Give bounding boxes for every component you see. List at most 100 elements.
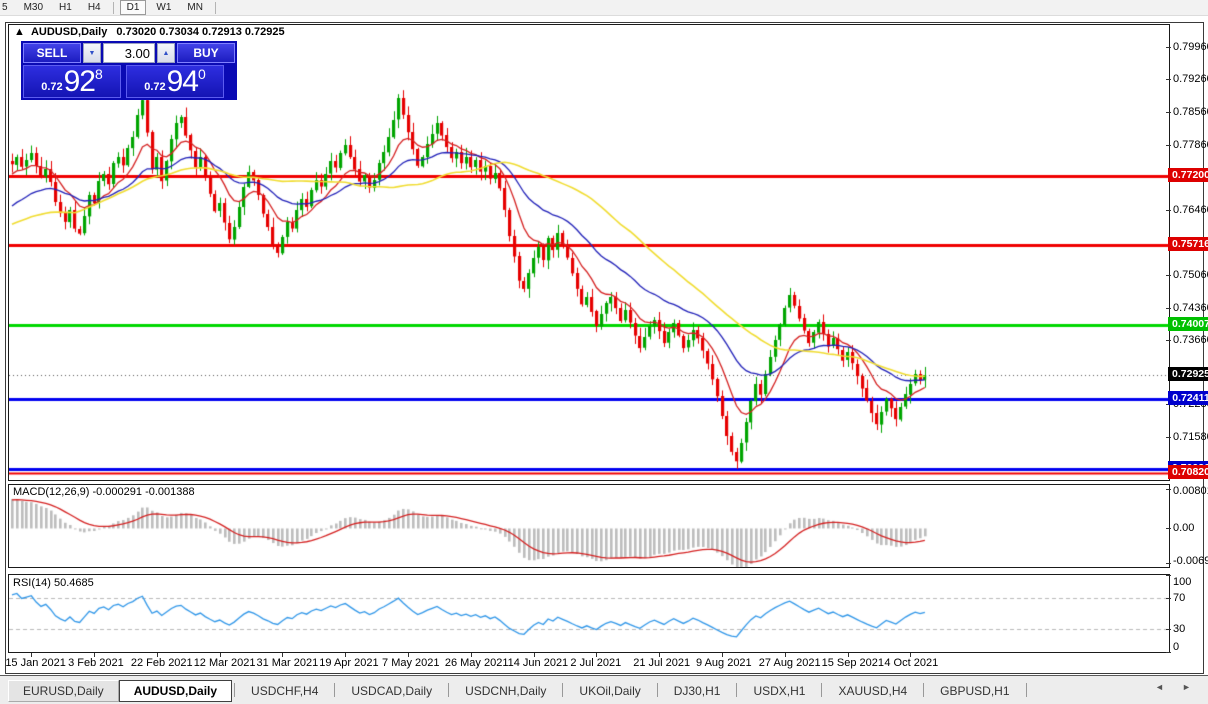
date-axis-label: 2 Jul 2021 <box>570 657 622 669</box>
tab-separator <box>736 683 738 697</box>
symbol-marker-icon: ▲ <box>14 26 25 38</box>
toolbar-separator <box>214 1 216 14</box>
buy-price-prefix: 0.72 <box>144 81 166 93</box>
timeframe-button-m30[interactable]: M30 <box>18 1 49 14</box>
toolbar-separator <box>112 1 114 14</box>
buy-price-big: 94 <box>166 65 199 98</box>
price-axis-tick <box>1166 437 1171 439</box>
price-badge-0.75716: 0.75716 <box>1168 237 1208 252</box>
tab-separator <box>923 683 925 697</box>
price-axis-tick <box>1166 144 1171 146</box>
price-axis-label: 0.71580 <box>1173 431 1208 444</box>
rsi-label: RSI(14) 50.4685 <box>13 577 94 589</box>
tab-separator <box>334 683 336 697</box>
timeframe-button-h4[interactable]: H4 <box>82 1 107 14</box>
date-axis-label: 7 May 2021 <box>382 657 440 669</box>
price-badge-0.77200: 0.77200 <box>1168 168 1208 183</box>
timeframe-toolbar: 5 M30 H1 H4 D1 W1 MN <box>0 0 1208 16</box>
price-axis-tick <box>1166 209 1171 211</box>
sell-price-display[interactable]: 0.72 92 8 <box>23 65 121 98</box>
sell-price-prefix: 0.72 <box>41 81 63 93</box>
volume-input[interactable] <box>103 43 155 63</box>
tab-dj30-h1[interactable]: DJ30,H1 <box>660 681 735 701</box>
price-axis-label: 0.74360 <box>1173 301 1208 314</box>
date-axis-label: 19 Apr 2021 <box>319 657 379 669</box>
mt4-application: 5 M30 H1 H4 D1 W1 MN ▲ AUDUSD,Daily 0.73020 0.… <box>0 0 1208 704</box>
buy-price-pip: 0 <box>198 66 206 82</box>
price-axis-label: 0.75060 <box>1173 269 1208 282</box>
tab-eurusd-daily[interactable]: EURUSD,Daily <box>8 679 119 702</box>
rsi-axis-label: 30 <box>1173 622 1186 635</box>
timeframe-button-d1[interactable]: D1 <box>119 0 147 15</box>
price-axis-label: 0.76460 <box>1173 203 1208 216</box>
volume-decrease-button[interactable]: ▼ <box>83 43 101 63</box>
tab-separator <box>1025 683 1027 697</box>
price-axis-tick <box>1166 46 1171 48</box>
rsi-chart-canvas[interactable] <box>9 575 1169 652</box>
date-axis-label: 27 Aug 2021 <box>758 657 821 669</box>
price-badge-0.72925: 0.72925 <box>1168 367 1208 382</box>
price-axis-tick <box>1166 275 1171 277</box>
date-axis-label: 12 Mar 2021 <box>193 657 256 669</box>
tab-usdchf-h4[interactable]: USDCHF,H4 <box>237 681 332 701</box>
tab-usdcad-daily[interactable]: USDCAD,Daily <box>337 681 446 701</box>
price-axis-label: 0.78560 <box>1173 106 1208 119</box>
rsi-axis-tick <box>1166 575 1171 576</box>
tab-usdcnh-daily[interactable]: USDCNH,Daily <box>451 681 560 701</box>
tab-gbpusd-h1[interactable]: GBPUSD,H1 <box>926 681 1023 701</box>
date-axis-label: 9 Aug 2021 <box>696 657 752 669</box>
date-axis-label: 26 May 2021 <box>444 657 509 669</box>
rsi-indicator-pane[interactable] <box>8 574 1170 653</box>
macd-label: MACD(12,26,9) -0.000291 -0.001388 <box>13 486 195 498</box>
tab-separator <box>562 683 564 697</box>
price-badge-0.72411: 0.72411 <box>1168 391 1208 406</box>
symbol-tab-bar: EURUSD,Daily AUDUSD,Daily USDCHF,H4 USDCAD,… <box>0 675 1208 704</box>
rsi-axis-label: 70 <box>1173 592 1186 605</box>
tab-audusd-daily[interactable]: AUDUSD,Daily <box>118 679 233 702</box>
price-axis-label: 0.79260 <box>1173 73 1208 86</box>
tab-separator <box>448 683 450 697</box>
tab-separator <box>234 683 236 697</box>
tab-separator <box>656 683 658 697</box>
volume-increase-button[interactable]: ▲ <box>157 43 175 63</box>
price-axis-tick <box>1166 307 1171 309</box>
timeframe-button-5[interactable]: 5 <box>0 1 14 14</box>
buy-button[interactable]: BUY <box>177 43 235 63</box>
chart-symbol-label: AUDUSD,Daily <box>30 26 108 38</box>
date-axis-label: 21 Jul 2021 <box>633 657 691 669</box>
buy-price-display[interactable]: 0.72 94 0 <box>126 65 224 98</box>
price-axis-label: 0.77860 <box>1173 138 1208 151</box>
rsi-axis-tick <box>1166 652 1171 653</box>
price-axis-label: 0.73660 <box>1173 334 1208 347</box>
macd-axis-tick <box>1166 488 1171 490</box>
tab-xauusd-h4[interactable]: XAUUSD,H4 <box>824 681 921 701</box>
tab-usdx-h1[interactable]: USDX,H1 <box>739 681 819 701</box>
rsi-axis-label: 0 <box>1173 641 1180 653</box>
macd-axis-tick <box>1166 562 1171 564</box>
macd-axis-label: 0.00 <box>1173 522 1195 535</box>
date-axis-label: 3 Feb 2021 <box>68 657 124 669</box>
date-axis-label: 31 Mar 2021 <box>256 657 319 669</box>
date-axis-label: 15 Sep 2021 <box>821 657 884 669</box>
one-click-trade-panel: SELL ▼ ▲ BUY 0.72 92 8 0.72 94 0 <box>21 41 237 100</box>
price-axis-tick <box>1166 79 1171 81</box>
tab-scroll-left-icon[interactable]: ◄ <box>1155 682 1164 692</box>
price-axis-tick <box>1166 340 1171 342</box>
tab-scroll-right-icon[interactable]: ► <box>1182 682 1191 692</box>
tab-ukoil-daily[interactable]: UKOil,Daily <box>565 681 654 701</box>
sell-price-big: 92 <box>63 65 96 98</box>
date-axis-label: 14 Jun 2021 <box>507 657 569 669</box>
macd-axis-label: -0.00697 <box>1173 555 1208 567</box>
date-axis-label: 22 Feb 2021 <box>130 657 193 669</box>
macd-axis-label: 0.008014 <box>1173 485 1208 497</box>
date-axis-label: 4 Oct 2021 <box>884 657 939 669</box>
chart-ohlc-values: 0.73020 0.73034 0.72913 0.72925 <box>116 26 285 38</box>
price-axis-tick <box>1166 112 1171 114</box>
chart-title: ▲ AUDUSD,Daily 0.73020 0.73034 0.72913 0… <box>14 26 285 38</box>
timeframe-button-mn[interactable]: MN <box>181 1 209 14</box>
timeframe-button-h1[interactable]: H1 <box>53 1 78 14</box>
sell-button[interactable]: SELL <box>23 43 81 63</box>
tab-separator <box>821 683 823 697</box>
sell-price-pip: 8 <box>95 66 103 82</box>
timeframe-button-w1[interactable]: W1 <box>150 1 177 14</box>
